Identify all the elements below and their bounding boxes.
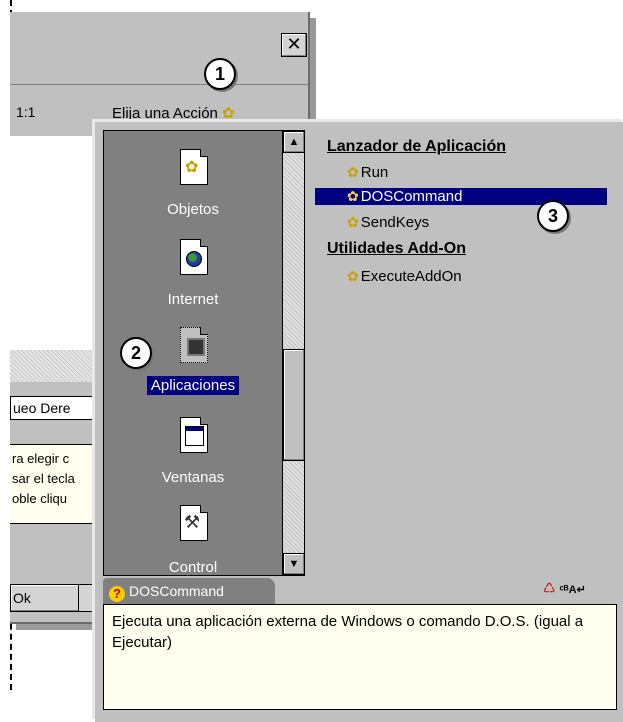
hint-line: oble cliqu (12, 491, 67, 506)
hint-box: ra elegir c sar el tecla oble cliqu (10, 444, 100, 524)
gear-icon: ✿ (347, 214, 359, 230)
category-label: Control (168, 559, 218, 576)
description-text: Ejecuta una aplicación externa de Window… (103, 604, 617, 710)
description-tab[interactable]: ? DOSCommand (103, 578, 275, 604)
choose-action-label: Elija una Acción (112, 105, 218, 122)
action-item-executeaddon[interactable]: ✿ ExecuteAddOn (347, 268, 462, 285)
action-label: DOSCommand (360, 188, 463, 205)
gear-doc-icon: ✿ (180, 149, 208, 185)
hint-line: sar el tecla (12, 471, 75, 486)
help-icon: ? (109, 586, 125, 602)
choose-action-button[interactable]: Elija una Acción ✿ (112, 104, 235, 122)
gear-icon: ✿ (347, 268, 359, 284)
title-bar (10, 12, 308, 64)
gear-icon: ✿ (347, 188, 359, 204)
ok-button[interactable]: Ok (10, 584, 80, 612)
action-item-run[interactable]: ✿ Run (347, 164, 388, 181)
category-label: Objetos (167, 201, 219, 218)
action-list: Lanzador de Aplicación ✿ Run ✿ DOSCommand … (315, 130, 617, 574)
action-item-sendkeys[interactable]: ✿ SendKeys (347, 214, 429, 231)
category-label: Internet (167, 291, 219, 308)
callout-1: 1 (204, 58, 236, 90)
scroll-up-button[interactable]: ▲ (283, 131, 304, 153)
window-icon (180, 417, 208, 453)
action-label: ExecuteAddOn (360, 268, 462, 285)
gear-icon: ✿ (222, 105, 235, 122)
scroll-down-button[interactable]: ▼ (283, 553, 304, 575)
category-label: Aplicaciones (146, 376, 240, 395)
refresh-icon[interactable]: ♺ (543, 580, 556, 596)
toolbar-icons: ♺ ᶜᴮA↵ (543, 580, 586, 597)
globe-doc-icon (180, 239, 208, 275)
sort-az-icon[interactable]: ᶜᴮA↵ (559, 584, 585, 596)
vertical-scrollbar[interactable]: ▲ ▼ (282, 131, 304, 575)
chip-icon (180, 327, 208, 363)
category-label: Ventanas (161, 469, 225, 486)
group-title: Lanzador de Aplicación (327, 138, 506, 155)
callout-2: 2 (120, 337, 152, 369)
tools-icon: ⚒ (180, 505, 208, 541)
event-field[interactable]: ueo Dere (10, 396, 100, 420)
gear-icon: ✿ (347, 164, 359, 180)
ratio-label: 1:1 (16, 104, 36, 120)
description-tab-label: DOSCommand (129, 583, 224, 599)
hint-line: ra elegir c (12, 451, 70, 466)
category-label-wrap: Aplicaciones (108, 376, 278, 395)
callout-3: 3 (537, 200, 569, 232)
group-title: Utilidades Add-On (327, 240, 466, 257)
close-button[interactable]: ✕ (281, 33, 307, 57)
divider-hatch (10, 350, 100, 382)
scroll-thumb[interactable] (283, 349, 304, 461)
action-item-doscommand[interactable]: ✿ DOSCommand (315, 188, 607, 205)
action-label: Run (360, 164, 389, 181)
action-label: SendKeys (360, 214, 430, 231)
content-area (10, 136, 100, 350)
